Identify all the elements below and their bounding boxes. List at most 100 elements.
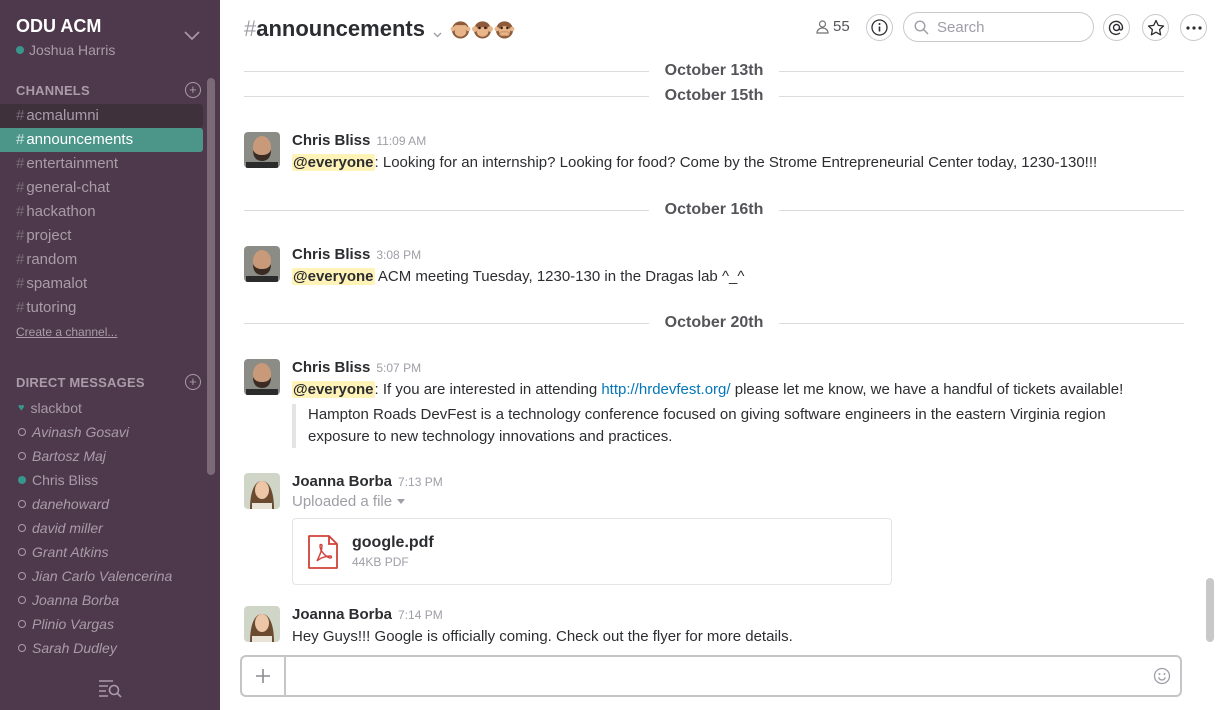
message: Chris Bliss 5:07 PM @everyone: If you are… [244,359,1184,448]
sidebar-item-spamalot[interactable]: # spamalot [0,272,203,296]
message-pane: October 13th October 15th Chris Bliss 11:… [220,56,1205,650]
sidebar-scrollbar[interactable] [207,78,215,475]
dm-item[interactable]: Grant Atkins [0,540,205,564]
avatar[interactable] [244,246,280,282]
chevron-down-icon[interactable] [433,18,442,44]
person-icon [816,19,829,34]
sidebar-item-random[interactable]: # random [0,248,203,272]
dm-heading[interactable]: DIRECT MESSAGES + [0,370,205,394]
dm-item[interactable]: Sarah Dudley [0,636,205,660]
dm-name: Bartosz Maj [32,448,106,464]
file-info: google.pdf 44KB PDF [352,534,434,569]
sidebar-item-announcements[interactable]: # announcements [0,128,203,152]
dm-item[interactable]: Jian Carlo Valencerina [0,564,205,588]
dm-item[interactable]: Chris Bliss [0,468,205,492]
message-text: Hey Guys!!! Google is officially coming.… [292,628,793,645]
dm-item[interactable]: Avinash Gosavi [0,420,205,444]
timestamp[interactable]: 3:08 PM [376,248,421,262]
starred-button[interactable] [1142,14,1169,41]
file-meta: 44KB PDF [352,555,409,569]
create-channel-link[interactable]: Create a channel... [0,320,205,344]
channel-hash-icon: # [16,251,25,268]
message-text: @everyone ACM meeting Tuesday, 1230-130 … [292,266,1184,288]
dm-item[interactable]: david miller [0,516,205,540]
search-box[interactable] [903,12,1094,42]
devfest-link[interactable]: http://hrdevfest.org/ [601,381,730,398]
sender-name[interactable]: Joanna Borba [292,606,392,623]
avatar[interactable] [244,606,280,642]
file-card[interactable]: google.pdf 44KB PDF [292,518,892,585]
day-divider: October 16th [244,200,1184,220]
channel-title[interactable]: # announcements [244,14,442,44]
avatar[interactable] [244,132,280,168]
dm-name: Avinash Gosavi [32,424,130,440]
add-file-button[interactable] [242,657,286,695]
sidebar-item-general-chat[interactable]: # general-chat [0,176,203,200]
channel-hash-icon: # [16,227,25,244]
sidebar-scroll: CHANNELS + # acmalumni # announcements # ente… [0,78,205,663]
upload-label[interactable]: Uploaded a file [292,493,1184,510]
team-menu[interactable]: ODU ACM Joshua Harris [0,0,220,64]
more-button[interactable] [1180,14,1207,41]
dm-item[interactable]: danehoward [0,492,205,516]
sidebar-item-label: announcements [26,131,134,148]
search-icon [914,19,929,35]
sidebar-item-label: spamalot [26,275,88,292]
sender-name[interactable]: Chris Bliss [292,359,370,376]
link-unfurl: Hampton Roads DevFest is a technology co… [292,404,1152,448]
mention[interactable]: @everyone [292,381,375,398]
search-list-icon[interactable] [97,678,123,703]
add-dm-icon[interactable]: + [185,374,201,390]
sidebar-item-entertainment[interactable]: # entertainment [0,152,203,176]
message-input[interactable] [286,657,1144,695]
dm-item[interactable]: Plinio Vargas [0,612,205,636]
sidebar-item-hackathon[interactable]: # hackathon [0,200,203,224]
sender-name[interactable]: Chris Bliss [292,246,370,263]
timestamp[interactable]: 5:07 PM [376,361,421,375]
sidebar-item-tutoring[interactable]: # tutoring [0,296,203,320]
message: Chris Bliss 3:08 PM @everyone ACM meeting… [244,246,1184,288]
chevron-down-icon[interactable] [184,28,200,46]
channels-heading[interactable]: CHANNELS + [0,78,205,102]
sidebar-item-project[interactable]: # project [0,224,203,248]
dm-name: Jian Carlo Valencerina [32,568,173,584]
plus-icon [256,669,270,683]
mentions-button[interactable] [1103,14,1130,41]
avatar[interactable] [244,359,280,395]
emoji-button[interactable] [1144,657,1180,695]
channel-name: announcements [256,16,425,41]
sidebar-item-label: project [26,227,72,244]
day-divider: October 20th [244,313,1184,333]
mention[interactable]: @everyone [292,154,375,171]
timestamp[interactable]: 7:13 PM [398,475,443,489]
member-count[interactable]: 55 [816,18,850,35]
day-divider-label: October 15th [664,87,764,104]
hear-no-evil-monkey-icon [472,21,493,39]
message-text-content: please let me know, we have a handful of… [730,381,1124,398]
search-input[interactable] [937,18,1077,36]
mention[interactable]: @everyone [292,268,375,285]
avatar[interactable] [244,473,280,509]
day-divider-label: October 13th [664,62,764,79]
sender-name[interactable]: Chris Bliss [292,132,370,149]
channel-hash-icon: # [16,179,25,196]
sender-name[interactable]: Joanna Borba [292,473,392,490]
current-user-name: Joshua Harris [29,42,116,58]
dm-item[interactable]: ♥ slackbot [0,396,205,420]
sidebar-item-label: tutoring [26,299,77,316]
presence-icon [18,500,26,508]
channel-info-button[interactable] [866,14,893,41]
message-scrollbar[interactable] [1206,578,1214,642]
dm-item[interactable]: Joanna Borba [0,588,205,612]
timestamp[interactable]: 11:09 AM [376,134,426,148]
caret-down-icon [397,499,406,504]
message-text-content: : If you are interested in attending [374,381,602,398]
sidebar-item-acmalumni[interactable]: # acmalumni [0,104,203,128]
timestamp[interactable]: 7:14 PM [398,608,443,622]
file-name[interactable]: google.pdf [352,534,434,552]
add-channel-icon[interactable]: + [185,82,201,98]
dm-item[interactable]: Bartosz Maj [0,444,205,468]
sidebar-item-label: entertainment [26,155,119,172]
ellipsis-icon [1185,25,1202,30]
sidebar: ODU ACM Joshua Harris CHANNELS + # acmalu… [0,0,220,710]
